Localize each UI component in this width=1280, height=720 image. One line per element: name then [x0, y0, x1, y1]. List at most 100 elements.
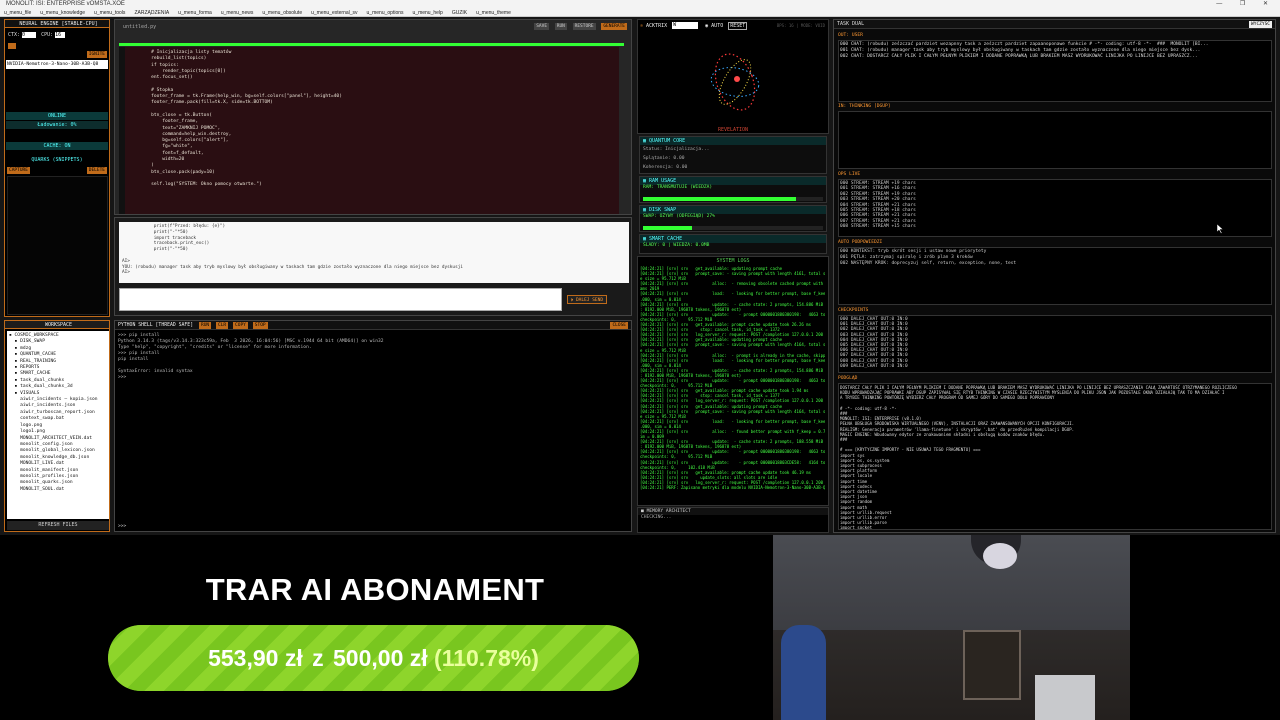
shell-stop-button[interactable]: STOP — [252, 322, 268, 329]
shell-clear-button[interactable]: CLR — [216, 322, 229, 329]
log-line: [04:24:21] PERF: Zapisano metryki dla mo… — [640, 485, 825, 491]
thinking-box[interactable] — [838, 111, 1272, 169]
log-line: [04:24:21] [srv] srv log_server_r: reque… — [640, 398, 824, 404]
memory-icon: ■ — [641, 509, 644, 514]
refresh-files-button[interactable]: REFRESH FILES — [7, 521, 109, 530]
menu-item-11[interactable]: u_menu_theme — [476, 10, 511, 16]
log-line: [04:24:21] [srv] srv load: - looking for… — [640, 291, 825, 297]
tree-item[interactable]: MONOLIT_SOUL.dat — [9, 487, 107, 493]
logs-list[interactable]: [04:24:21] [srv] srv get_available: upda… — [640, 266, 825, 504]
shell-header: PYTHON SHELL [THREAD SAFE] RUN CLR COPY … — [115, 321, 631, 330]
goal-connector: z — [312, 645, 324, 671]
goal-progress-bar: 553,90 zł z 500,00 zł (110.78%) — [108, 625, 639, 691]
disk-line: SWAP: OŻYWY (ODFEGIĄD) 27% — [643, 214, 715, 219]
visualizer-stats: BPS: 16 | MODE: VOID — [776, 23, 825, 28]
editor-panel: untitled.py SAVE RUN RESTORE GENERATE # … — [114, 19, 632, 215]
out-user-box[interactable]: 000 CHAT: (robudu) ześzczać pardziet wez… — [838, 40, 1272, 102]
out-user-text: 000 CHAT: (robudu) ześzczać pardziet wez… — [840, 42, 1209, 59]
podglad-text: DOSTARCZ CAŁY PLIK I CAŁYM PEŁNYM PLIKIE… — [840, 385, 1237, 530]
ignite-button[interactable]: IGNITE — [86, 51, 107, 58]
workspace-panel: WORKSPACE ▪ COSMIC_WORKSPACE ▪ DISK_SWAP… — [4, 320, 110, 532]
shell-output: >>> pip install Python 3.14.3 (tags/v3.1… — [118, 333, 384, 380]
chat-input[interactable] — [119, 288, 562, 311]
quantum-icon: ▦ — [643, 138, 647, 144]
menu-item-2[interactable]: u_menu_tools — [94, 10, 125, 16]
auto-toggle[interactable]: ◉ AUTO — [705, 23, 723, 29]
person-arm — [781, 625, 826, 720]
engine-title: NEURAL ENGINE [STABLE-CPU] — [5, 20, 109, 28]
tree-item[interactable]: monolit_global_lexicon.json — [9, 448, 107, 454]
shell-close-button[interactable]: CLOSE — [610, 322, 628, 329]
visualizer-input[interactable]: W — [672, 22, 699, 29]
menu-item-6[interactable]: u_menu_obsolute — [262, 10, 302, 16]
window-controls[interactable]: — ❐ ✕ — [1216, 0, 1276, 9]
auto-box[interactable]: 000 KONTEKST: tryb skrót sesji i ustaw n… — [838, 247, 1272, 305]
editor-save-button[interactable]: SAVE — [534, 23, 550, 30]
system-logs-panel: SYSTEM LOGS [04:24:21] [srv] srv get_ava… — [637, 256, 829, 506]
room-furniture — [1035, 675, 1095, 720]
chat-panel: print(f"Przed: błędu: {e}") print("-"*50… — [114, 217, 632, 316]
orbit-visual — [710, 53, 760, 111]
status-loading: Ładowanie: 0% — [6, 121, 108, 129]
menu-item-10[interactable]: GUZIK — [452, 10, 467, 16]
code-text[interactable]: # Inicjalizacja listy tematów rebuild_li… — [125, 47, 619, 189]
ram-title-text: RAM USAGE — [649, 178, 677, 184]
shell-run-button[interactable]: RUN — [198, 322, 212, 329]
window-title-bar: MONOLIT: ISI: ENTERPRISE vOMSTA.XOE — ❐ … — [0, 0, 1280, 9]
log-line: [04:24:21] [srv] srv alloc: - removing o… — [640, 281, 825, 287]
capture-button[interactable]: CAPTURE — [7, 167, 30, 174]
quantum-coherence: Koherencja: 0.00 — [643, 165, 688, 170]
editor-activity-bar — [119, 43, 624, 46]
visualizer-title: ACKTRIX — [646, 23, 668, 29]
disk-panel: ▦ DISK SWAP SWAP: OŻYWY (ODFEGIĄD) 27% — [639, 205, 827, 232]
status-online: ONLINE — [6, 112, 108, 120]
reset-button[interactable]: RESET — [728, 22, 748, 30]
checkpoints-title: CHECKPOINTS — [838, 308, 869, 313]
ctx-label: CTX: — [8, 32, 21, 38]
menu-item-3[interactable]: ZARZĄDZENIA — [134, 10, 169, 16]
smart-cache-panel: ▦ SMART CACHE ŚLADY: 0 | WIEDZA: 0.0MB — [639, 234, 827, 254]
editor-run-button[interactable]: RUN — [554, 23, 567, 30]
shell-title: PYTHON SHELL [THREAD SAFE] — [118, 323, 194, 328]
room-door — [963, 630, 1021, 700]
engine-panel: NEURAL ENGINE [STABLE-CPU] CTX: 0 CPU: 16 … — [4, 19, 110, 317]
disk-title-text: DISK SWAP — [649, 207, 677, 213]
menu-item-1[interactable]: u_menu_knowledge — [40, 10, 85, 16]
quantum-core-panel: ▦ QUANTUM CORE Status: Inicjalizacja... … — [639, 136, 827, 174]
cpu-input[interactable]: 16 — [55, 32, 66, 38]
menu-item-7[interactable]: u_menu_external_sv — [311, 10, 357, 16]
code-area[interactable]: # Inicjalizacja listy tematów rebuild_li… — [119, 47, 619, 214]
editor-toolbar: SAVE RUN RESTORE GENERATE — [531, 23, 627, 30]
ram-title: ▦ RAM USAGE — [640, 177, 826, 185]
revelation-label: REVELATION — [717, 127, 749, 133]
cache-title-text: SMART CACHE — [649, 236, 683, 242]
ctx-input[interactable]: 0 — [22, 32, 37, 38]
ctx-control: CTX: 0 CPU: 16 — [8, 32, 66, 38]
quarks-list[interactable] — [7, 176, 108, 315]
file-tree[interactable]: ▪ COSMIC_WORKSPACE ▪ DISK_SWAP ▪ mdzg ▪ … — [7, 331, 109, 519]
editor-generate-button[interactable]: GENERATE — [601, 23, 627, 30]
menu-item-0[interactable]: u_menu_file — [4, 10, 31, 16]
checkpoints-text: 000 DALEJ_CHAT OUT:0 IN:0 001 DALEJ_CHAT… — [840, 317, 908, 369]
model-select[interactable]: NVIDIA-Nemotron-3-Nano-30B-A3B-Q8 — [6, 60, 108, 69]
ops-box[interactable]: 000 STREAM: STREAM +19 chars 001 STREAM:… — [838, 179, 1272, 237]
shell-copy-button[interactable]: COPY — [233, 322, 248, 329]
delete-button[interactable]: DELETE — [86, 167, 107, 174]
clear-button[interactable]: WYCZYŚĆ — [1249, 21, 1272, 28]
checkpoints-box[interactable]: 000 DALEJ_CHAT OUT:0 IN:0 001 DALEJ_CHAT… — [838, 315, 1272, 373]
engine-toggle[interactable] — [8, 43, 16, 49]
menu-item-8[interactable]: u_menu_options — [367, 10, 404, 16]
chat-text: print(f"Przed: błędu: {e}") print("-"*50… — [122, 224, 463, 276]
shell-prompt[interactable]: >>> — [118, 524, 126, 529]
podglad-box[interactable]: DOSTARCZ CAŁY PLIK I CAŁYM PEŁNYM PLIKIE… — [838, 383, 1272, 530]
menu-item-5[interactable]: u_menu_news — [221, 10, 254, 16]
chat-history[interactable]: print(f"Przed: błędu: {e}") print("-"*50… — [119, 222, 629, 283]
cache-line: ŚLADY: 0 | WIEDZA: 0.0MB — [643, 243, 710, 248]
quantum-entanglement: Splątanie: 0.00 — [643, 156, 685, 161]
menu-item-4[interactable]: u_menu_forma — [178, 10, 212, 16]
goal-target: 500,00 zł — [333, 645, 428, 671]
menu-item-9[interactable]: u_menu_help — [413, 10, 443, 16]
send-button[interactable]: ⏵ DALEJ SEND — [567, 295, 608, 304]
editor-restore-button[interactable]: RESTORE — [572, 23, 596, 30]
cpu-label: CPU: — [41, 32, 54, 38]
